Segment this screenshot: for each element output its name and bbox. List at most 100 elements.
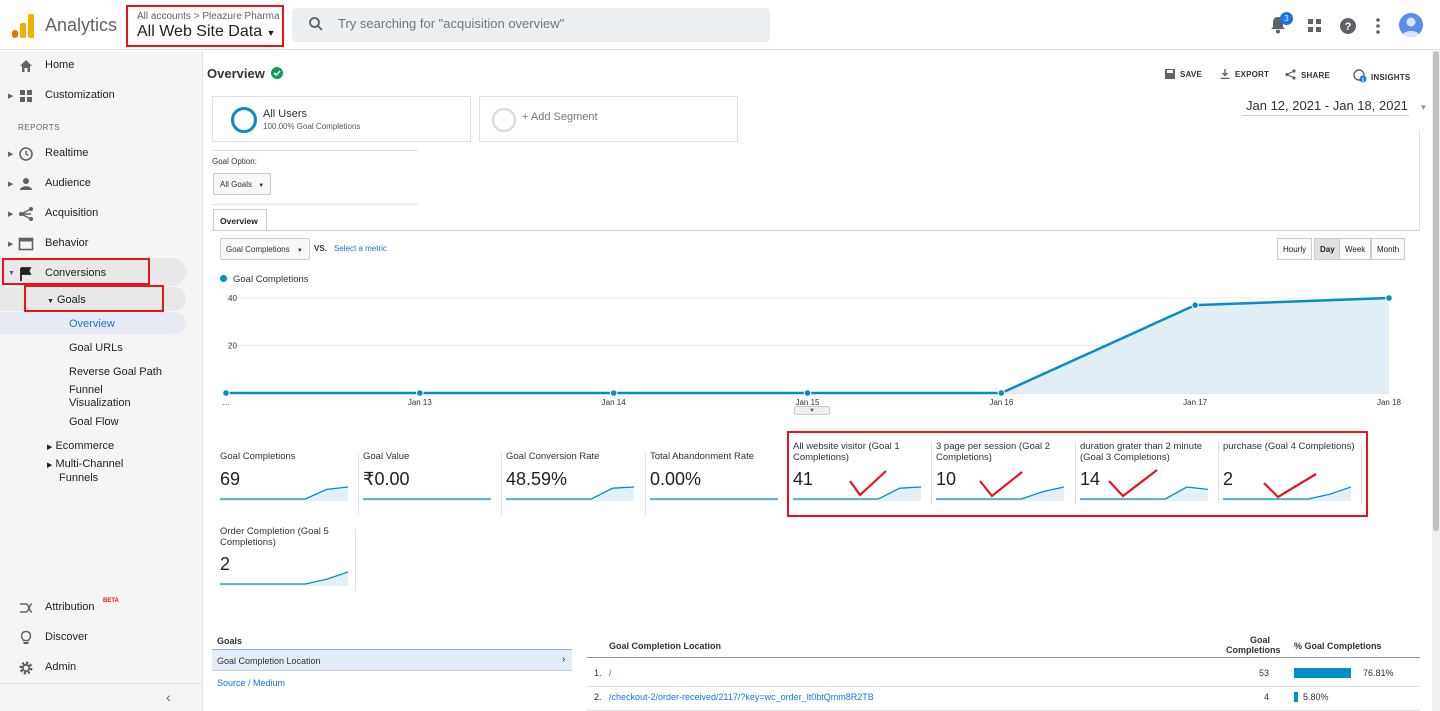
dimension-source-medium[interactable]: Source / Medium: [217, 678, 285, 688]
tab-overview[interactable]: Overview: [213, 209, 267, 231]
row-location-link[interactable]: /checkout-2/order-received/2117/?key=wc_…: [609, 692, 874, 702]
sidebar-item-goal-urls[interactable]: Goal URLs: [69, 342, 123, 355]
x-tick-label: ...: [223, 398, 230, 407]
attribution-icon: [20, 603, 33, 613]
help-icon[interactable]: ?: [1339, 17, 1357, 35]
sidebar-item-attribution[interactable]: Attribution BETA: [0, 598, 200, 617]
svg-text:1: 1: [1361, 77, 1364, 83]
segment-all-users[interactable]: All Users 100.00% Goal Completions: [212, 96, 471, 142]
chart-legend: Goal Completions: [220, 274, 309, 285]
x-tick-label: Jan 16: [989, 398, 1014, 407]
row-index: 1.: [594, 668, 602, 678]
row-index: 2.: [594, 692, 602, 702]
analytics-logo[interactable]: [12, 14, 34, 38]
avatar-person-icon: [1402, 17, 1420, 37]
top-bar: Analytics All accounts > Pleazure Pharma…: [0, 0, 1440, 50]
row-location-link[interactable]: /: [609, 668, 612, 678]
table-col-completions: Goal Completions: [1226, 635, 1281, 655]
sidebar-item-goal-flow[interactable]: Goal Flow: [69, 416, 119, 429]
metric-tile[interactable]: Total Abandonment Rate 0.00%: [650, 451, 782, 522]
granularity-month[interactable]: Month: [1371, 238, 1406, 260]
granularity-day[interactable]: Day: [1314, 238, 1341, 260]
x-tick-label: Jan 13: [408, 398, 433, 407]
sidebar-item-discover[interactable]: Discover: [0, 630, 200, 647]
table-row: 1. / 53 76.81%: [587, 663, 1420, 687]
svg-text:?: ?: [1345, 21, 1352, 33]
caret-down-icon: ▼: [1419, 103, 1428, 112]
caret-down-icon: ▼: [266, 28, 276, 38]
y-tick-label: 40: [228, 294, 237, 303]
row-completions: 4: [1263, 692, 1269, 702]
sidebar-item-customization[interactable]: ▶ Customization: [0, 89, 200, 105]
select-metric-link[interactable]: Select a metric: [334, 244, 387, 253]
granularity-hourly[interactable]: Hourly: [1277, 238, 1313, 260]
export-button[interactable]: EXPORT: [1220, 69, 1269, 80]
chart-point: [609, 389, 618, 397]
metric-title: Total Abandonment Rate: [650, 451, 755, 462]
chart-legend-label: Goal Completions: [233, 274, 309, 285]
metric-sparkline: [220, 571, 348, 586]
sidebar-item-admin[interactable]: Admin: [0, 661, 200, 677]
acquisition-icon: [19, 207, 33, 221]
x-tick-label: Jan 14: [602, 398, 627, 407]
red-check-mark-icon: [1108, 469, 1158, 498]
metric-title: Goal Conversion Rate: [506, 451, 600, 462]
share-button[interactable]: SHARE: [1285, 69, 1330, 80]
granularity-week[interactable]: Week: [1339, 238, 1372, 260]
metric-sparkline: [506, 486, 634, 501]
segment-circle-icon: [231, 107, 257, 133]
page-title: Overview: [207, 66, 284, 81]
metric-title: Goal Value: [363, 451, 410, 462]
metric-title: Goal Completions: [220, 451, 296, 462]
expand-arrow-icon: ▶: [8, 241, 14, 248]
user-avatar[interactable]: [1399, 13, 1423, 37]
apps-grid-icon[interactable]: [1308, 19, 1322, 33]
sidebar-item-home[interactable]: Home: [0, 59, 200, 75]
person-icon: [20, 178, 32, 190]
metric-tile[interactable]: Goal Completions 69: [220, 451, 352, 522]
more-vert-icon[interactable]: [1375, 17, 1381, 35]
metric-sparkline: [220, 486, 348, 501]
page-scrollbar[interactable]: [1432, 51, 1440, 711]
sidebar-item-behavior[interactable]: ▶ Behavior: [0, 237, 200, 253]
customization-icon: [20, 90, 32, 102]
metric-tile[interactable]: Goal Conversion Rate 48.59%: [506, 451, 638, 522]
sidebar-item-realtime[interactable]: ▶ Realtime: [0, 147, 200, 163]
date-range-picker[interactable]: Jan 12, 2021 - Jan 18, 2021 ▼: [1246, 98, 1427, 113]
chart-collapse-handle[interactable]: ▼: [794, 406, 830, 415]
metric-select-dropdown[interactable]: Goal Completions ▼: [220, 238, 310, 260]
goal-option-dropdown[interactable]: All Goals ▼: [213, 173, 271, 195]
sidebar-item-reverse-goal-path[interactable]: Reverse Goal Path: [69, 366, 162, 379]
sidebar-item-multi-channel-funnels[interactable]: ▶ Multi-Channel Funnels: [47, 458, 123, 485]
sidebar-item-audience[interactable]: ▶ Audience: [0, 177, 200, 193]
chart-point: [416, 389, 424, 397]
account-selector[interactable]: All accounts > Pleazure Pharma All Web S…: [126, 5, 284, 47]
table-col-percent: % Goal Completions: [1294, 641, 1382, 651]
save-button[interactable]: SAVE: [1165, 69, 1202, 79]
sidebar-item-goals-overview[interactable]: Overview: [69, 318, 115, 331]
x-tick-label: Jan 18: [1377, 398, 1402, 407]
sidebar-item-ecommerce[interactable]: ▶ Ecommerce: [47, 440, 114, 454]
insights-button[interactable]: 1 INSIGHTS: [1353, 69, 1410, 83]
vs-label: VS.: [314, 244, 327, 253]
beta-badge: BETA: [103, 598, 119, 604]
expand-arrow-icon: ▶: [8, 151, 14, 158]
collapse-sidebar-icon[interactable]: ‹: [166, 689, 171, 705]
chevron-right-icon: ›: [562, 654, 566, 665]
search-input[interactable]: [338, 16, 738, 31]
clock-icon: [19, 147, 33, 161]
goal-option-label: Goal Option:: [212, 157, 257, 166]
dimension-goal-completion-location[interactable]: Goal Completion Location ›: [212, 649, 572, 671]
search-bar[interactable]: [292, 8, 770, 42]
sidebar-item-funnel-visualization[interactable]: Funnel Visualization: [69, 384, 131, 410]
add-segment-button[interactable]: + Add Segment: [479, 96, 738, 142]
caret-down-icon: ▼: [296, 248, 303, 254]
metric-tile[interactable]: Goal Value ₹0.00: [363, 451, 495, 522]
view-name: All Web Site Data: [137, 23, 263, 40]
goals-table-left-header: Goals: [217, 636, 243, 646]
y-tick-label: 20: [228, 342, 237, 351]
expand-arrow-icon: ▶: [47, 444, 53, 451]
metric-tile[interactable]: Order Completion (Goal 5 Completions) 2: [220, 526, 352, 597]
metric-title: Order Completion (Goal 5 Completions): [220, 526, 329, 548]
sidebar-item-acquisition[interactable]: ▶ Acquisition: [0, 207, 200, 223]
